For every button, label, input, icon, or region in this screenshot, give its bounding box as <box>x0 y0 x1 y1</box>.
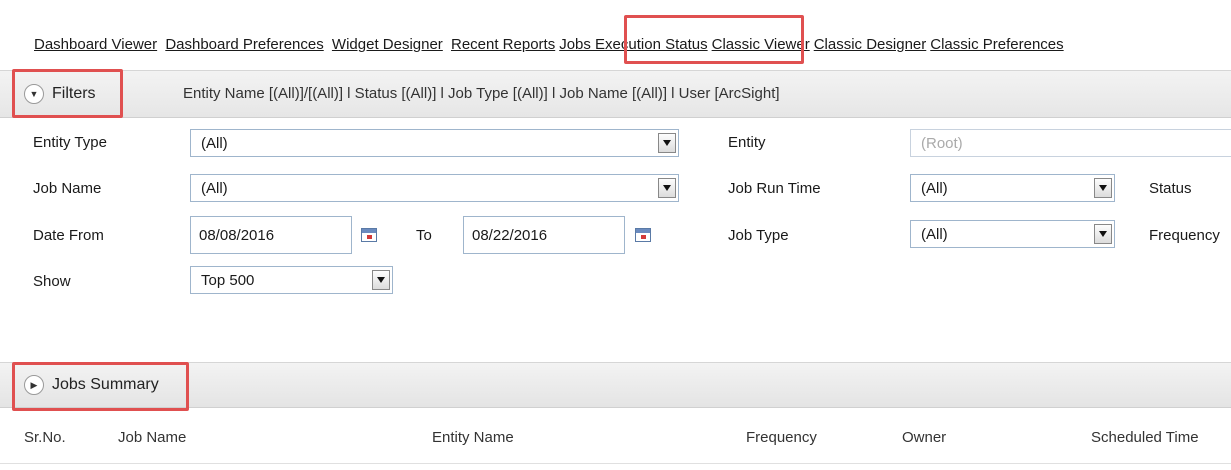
dropdown-arrow-icon[interactable] <box>1094 178 1112 198</box>
nav-dashboard-preferences[interactable]: Dashboard Preferences <box>165 36 323 53</box>
filters-toggle[interactable]: ▼ Filters <box>24 84 96 104</box>
dropdown-arrow-icon[interactable] <box>372 270 390 290</box>
col-header-frequency[interactable]: Frequency <box>746 429 817 446</box>
filters-bar: ▼ Filters Entity Name [(All)]/[(All)] l … <box>0 70 1231 118</box>
date-from-input[interactable]: 08/08/2016 <box>190 216 352 254</box>
frequency-label: Frequency <box>1149 227 1220 244</box>
nav-jobs-execution-status[interactable]: Jobs Execution Status <box>559 36 707 53</box>
entity-value: (Root) <box>921 135 963 152</box>
entity-type-value: (All) <box>201 135 228 152</box>
nav-dashboard-viewer[interactable]: Dashboard Viewer <box>34 36 157 53</box>
nav-classic-designer[interactable]: Classic Designer <box>814 36 927 53</box>
col-header-job-name[interactable]: Job Name <box>118 429 186 446</box>
jobs-summary-toggle-label: Jobs Summary <box>52 376 159 393</box>
col-header-entity-name[interactable]: Entity Name <box>432 429 514 446</box>
entity-label: Entity <box>728 134 766 151</box>
nav-links: Dashboard Viewer Dashboard Preferences W… <box>34 36 1068 53</box>
entity-type-label: Entity Type <box>33 134 107 151</box>
dropdown-arrow-icon[interactable] <box>1094 224 1112 244</box>
job-name-label: Job Name <box>33 180 102 197</box>
col-header-srno[interactable]: Sr.No. <box>24 429 66 446</box>
calendar-icon[interactable] <box>361 228 377 242</box>
col-header-scheduled-time[interactable]: Scheduled Time <box>1091 429 1199 446</box>
job-run-time-value: (All) <box>921 180 948 197</box>
job-run-time-label: Job Run Time <box>728 180 821 197</box>
nav-widget-designer[interactable]: Widget Designer <box>332 36 443 53</box>
entity-select[interactable]: (Root) <box>910 129 1231 157</box>
chevron-right-circle-icon: ▶ <box>24 375 44 395</box>
show-value: Top 500 <box>201 272 255 289</box>
nav-recent-reports[interactable]: Recent Reports <box>451 36 555 53</box>
show-select[interactable]: Top 500 <box>190 266 393 294</box>
entity-type-select[interactable]: (All) <box>190 129 679 157</box>
job-name-value: (All) <box>201 180 228 197</box>
filters-summary: Entity Name [(All)]/[(All)] l Status [(A… <box>183 85 780 102</box>
table-divider <box>0 463 1231 464</box>
job-type-select[interactable]: (All) <box>910 220 1115 248</box>
jobs-summary-toggle[interactable]: ▶ Jobs Summary <box>24 375 159 395</box>
nav-classic-preferences[interactable]: Classic Preferences <box>930 36 1063 53</box>
calendar-icon[interactable] <box>635 228 651 242</box>
job-type-value: (All) <box>921 226 948 243</box>
date-from-value: 08/08/2016 <box>199 227 275 244</box>
job-type-label: Job Type <box>728 227 789 244</box>
nav-classic-viewer[interactable]: Classic Viewer <box>712 36 810 53</box>
dropdown-arrow-icon[interactable] <box>658 133 676 153</box>
col-header-owner[interactable]: Owner <box>902 429 946 446</box>
chevron-down-circle-icon: ▼ <box>24 84 44 104</box>
date-to-value: 08/22/2016 <box>472 227 548 244</box>
dropdown-arrow-icon[interactable] <box>658 178 676 198</box>
jobs-summary-bar: ▶ Jobs Summary <box>0 362 1231 408</box>
top-navigation: Dashboard Viewer Dashboard Preferences W… <box>0 0 1231 70</box>
date-to-label: To <box>416 227 432 244</box>
date-to-input[interactable]: 08/22/2016 <box>463 216 625 254</box>
status-label: Status <box>1149 180 1192 197</box>
filters-toggle-label: Filters <box>52 85 96 102</box>
date-from-label: Date From <box>33 227 104 244</box>
job-name-select[interactable]: (All) <box>190 174 679 202</box>
show-label: Show <box>33 273 71 290</box>
job-run-time-select[interactable]: (All) <box>910 174 1115 202</box>
